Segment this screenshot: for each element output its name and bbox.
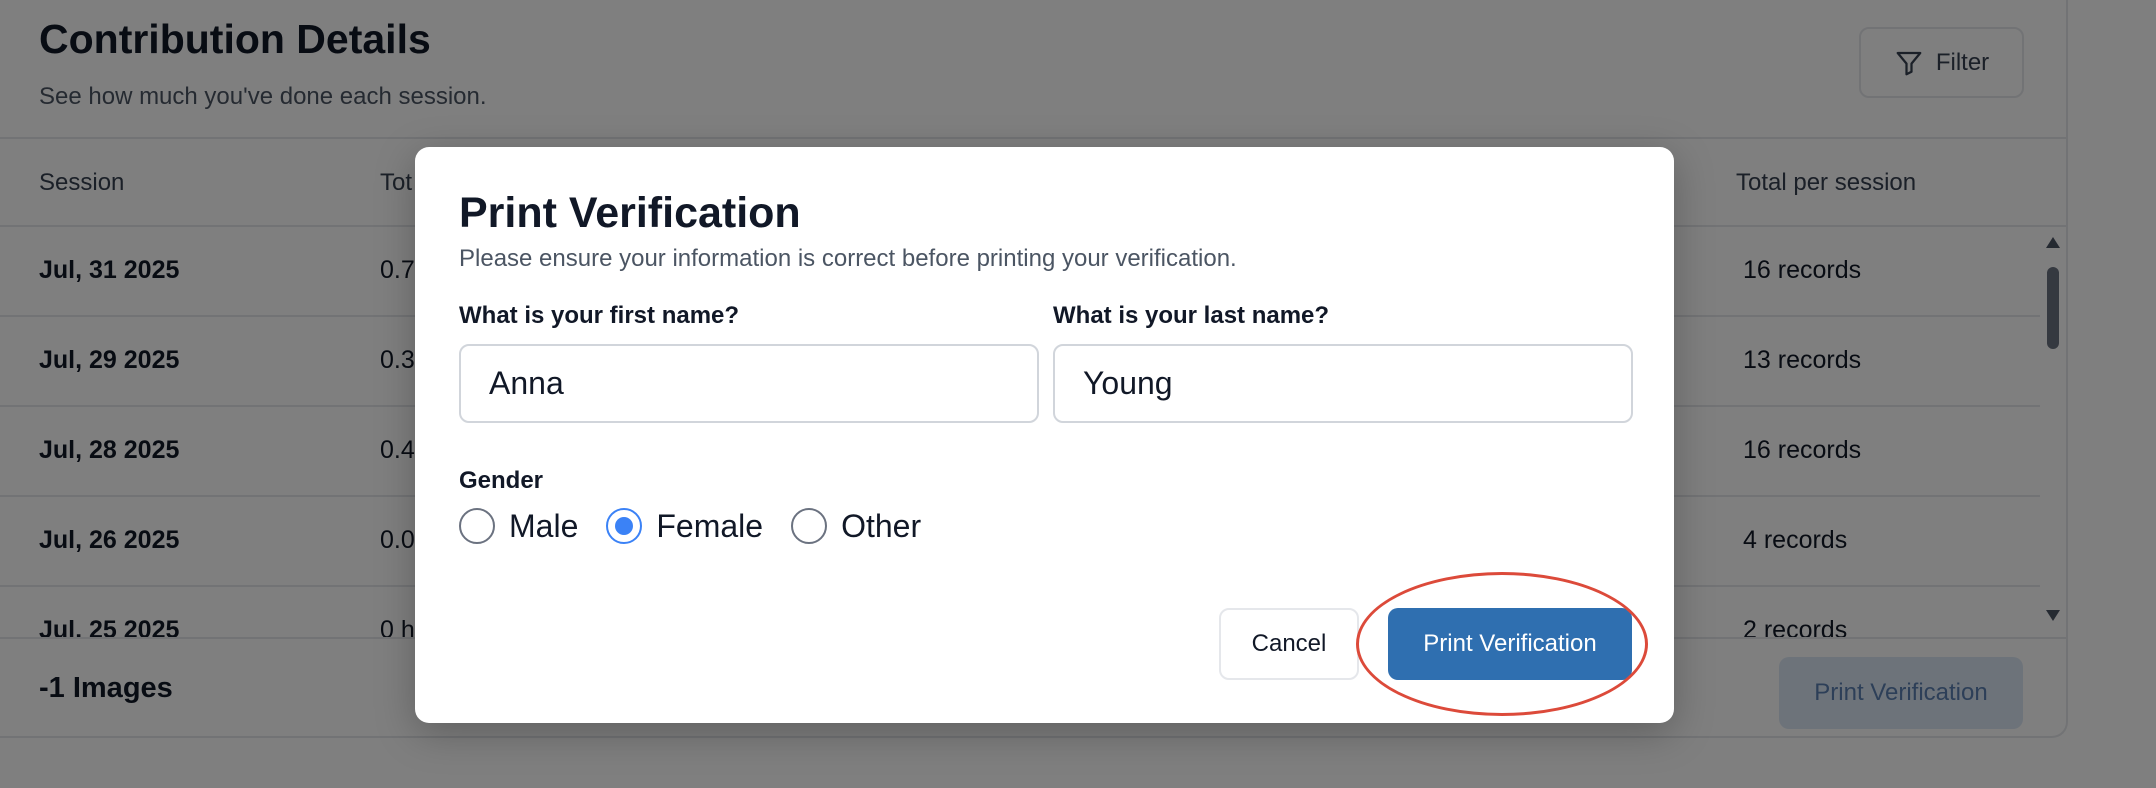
gender-option-other[interactable]: Other [791, 508, 921, 545]
other-radio[interactable] [791, 508, 828, 544]
female-radio[interactable] [606, 508, 643, 544]
print-verification-dialog: Print Verification Please ensure your in… [415, 147, 1674, 723]
female-label: Female [656, 507, 764, 544]
gender-label: Gender [459, 467, 544, 494]
last-name-input[interactable] [1053, 344, 1633, 423]
cancel-button[interactable]: Cancel [1219, 608, 1359, 680]
gender-option-male[interactable]: Male [459, 508, 578, 545]
dialog-description: Please ensure your information is correc… [459, 245, 1237, 272]
dialog-title: Print Verification [459, 189, 801, 237]
gender-radio-group: Male Female Other [459, 505, 949, 547]
other-label: Other [841, 507, 922, 544]
print-verification-button[interactable]: Print Verification [1388, 608, 1632, 680]
last-name-label: What is your last name? [1053, 302, 1330, 329]
first-name-label: What is your first name? [459, 302, 740, 329]
first-name-input[interactable] [459, 344, 1039, 423]
male-label: Male [509, 507, 579, 544]
gender-option-female[interactable]: Female [606, 508, 763, 545]
male-radio[interactable] [459, 508, 495, 544]
